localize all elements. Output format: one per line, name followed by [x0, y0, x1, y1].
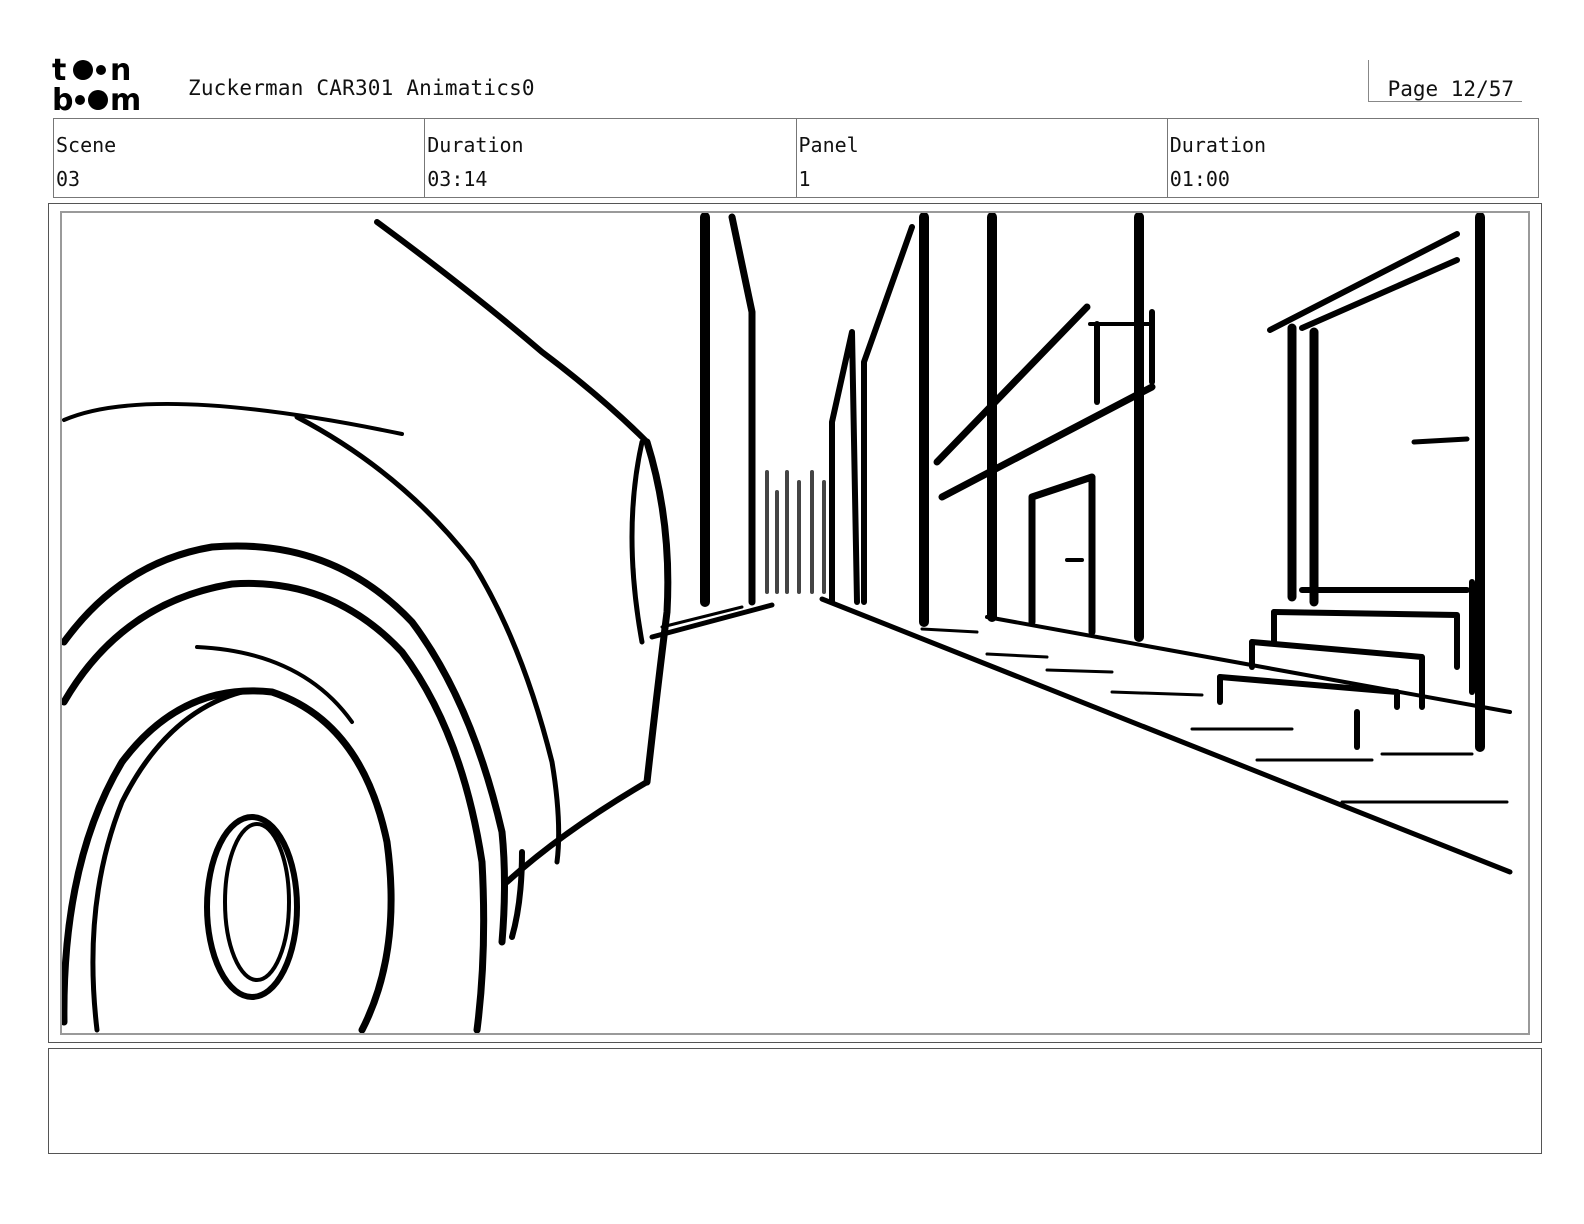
scene-cell: Scene 03	[54, 119, 426, 197]
panel-duration-label: Duration	[1169, 133, 1267, 157]
scene-label: Scene	[56, 133, 117, 157]
page-number-label: Page 12/57	[1387, 77, 1514, 101]
panel-info-table: Scene 03 Duration 03:14 Panel 1 Duration…	[53, 118, 1539, 198]
document-title: Zuckerman CAR301 Animatics0	[188, 76, 535, 100]
sketch-drawing	[62, 213, 1513, 1033]
scene-duration-label: Duration	[427, 133, 524, 157]
panel-cell: Panel 1	[797, 119, 1168, 197]
storyboard-panel-image	[60, 211, 1530, 1035]
scene-duration-cell: Duration 03:14	[425, 119, 797, 197]
toonboom-logo: t n b m	[52, 53, 141, 114]
page-indicator: Page 12/57	[1368, 60, 1522, 102]
panel-label: Panel	[798, 133, 859, 157]
panel-value: 1	[798, 167, 811, 191]
scene-value: 03	[56, 167, 81, 191]
panel-notes-box	[48, 1048, 1542, 1154]
panel-duration-cell: Duration 01:00	[1168, 119, 1538, 197]
svg-text:m: m	[110, 83, 141, 114]
svg-text:b: b	[52, 83, 73, 114]
scene-duration-value: 03:14	[427, 167, 488, 191]
panel-duration-value: 01:00	[1169, 167, 1230, 191]
